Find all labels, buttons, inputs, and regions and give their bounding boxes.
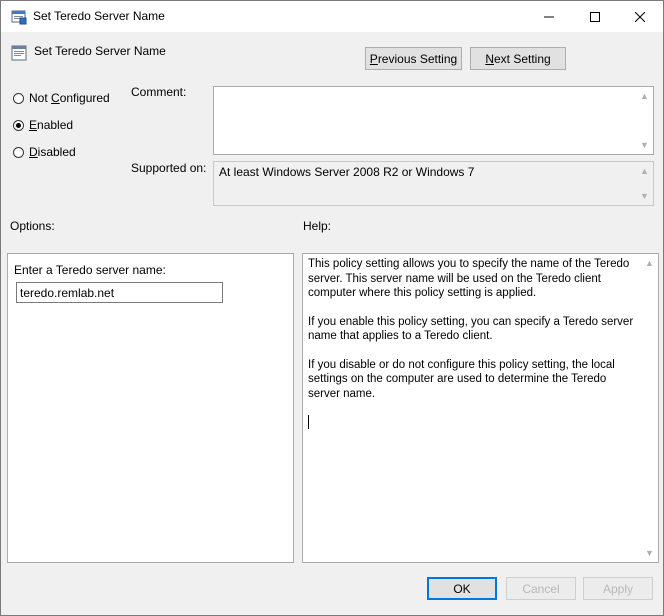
- radio-circle[interactable]: [13, 92, 24, 104]
- help-label: Help:: [303, 219, 332, 233]
- text-caret: [308, 415, 309, 429]
- help-paragraph: If you enable this policy setting, you c…: [308, 315, 634, 343]
- title-bar[interactable]: Set Teredo Server Name: [1, 1, 663, 32]
- maximize-button[interactable]: [572, 1, 618, 32]
- radio-circle-selected[interactable]: [13, 119, 24, 131]
- supported-on-field: At least Windows Server 2008 R2 or Windo…: [213, 161, 654, 206]
- scroll-up-arrow-icon[interactable]: ▲: [636, 88, 653, 104]
- comment-label: Comment:: [131, 85, 187, 99]
- policy-dialog-icon: [11, 10, 27, 25]
- options-label: Options:: [10, 219, 55, 233]
- radio-label: Enabled: [29, 118, 74, 132]
- comment-scrollbar[interactable]: ▲ ▼: [636, 87, 653, 154]
- scroll-up-arrow-icon[interactable]: ▲: [641, 255, 658, 271]
- radio-disabled[interactable]: Disabled: [13, 145, 76, 159]
- help-scrollbar[interactable]: ▲ ▼: [641, 254, 658, 562]
- help-paragraph: This policy setting allows you to specif…: [308, 258, 630, 299]
- minimize-button[interactable]: [526, 1, 572, 32]
- comment-textarea[interactable]: ▲ ▼: [213, 86, 654, 155]
- radio-label: Disabled: [29, 145, 76, 159]
- policy-dialog-window: Set Teredo Server Name Set Teredo Server…: [0, 0, 664, 616]
- close-icon: [635, 11, 645, 22]
- options-panel: Enter a Teredo server name:: [7, 253, 294, 563]
- maximize-icon: [590, 11, 600, 22]
- policy-name-heading: Set Teredo Server Name: [34, 44, 166, 58]
- teredo-server-input[interactable]: [16, 282, 223, 303]
- window-title: Set Teredo Server Name: [33, 9, 165, 23]
- ok-button[interactable]: OK: [427, 577, 497, 600]
- next-setting-button[interactable]: Next Setting: [470, 47, 566, 70]
- radio-label: Not Configured: [29, 91, 110, 105]
- help-paragraph: If you disable or do not configure this …: [308, 358, 615, 400]
- radio-enabled[interactable]: Enabled: [13, 118, 73, 132]
- scroll-down-arrow-icon[interactable]: ▼: [636, 137, 653, 153]
- supported-on-label: Supported on:: [131, 161, 207, 175]
- policy-setting-icon: [11, 45, 27, 61]
- close-button[interactable]: [617, 1, 663, 32]
- help-panel[interactable]: This policy setting allows you to specif…: [302, 253, 659, 563]
- radio-not-configured[interactable]: Not Configured: [13, 91, 110, 105]
- minimize-icon: [544, 16, 554, 17]
- scroll-down-arrow-icon[interactable]: ▼: [641, 545, 658, 561]
- supported-on-scrollbar[interactable]: ▲ ▼: [636, 162, 653, 205]
- radio-circle[interactable]: [13, 146, 24, 158]
- scroll-up-arrow-icon[interactable]: ▲: [636, 163, 653, 179]
- cancel-button[interactable]: Cancel: [506, 577, 576, 600]
- previous-setting-button[interactable]: Previous Setting: [365, 47, 462, 70]
- scroll-down-arrow-icon[interactable]: ▼: [636, 188, 653, 204]
- teredo-server-field-label: Enter a Teredo server name:: [14, 263, 166, 277]
- help-text: This policy setting allows you to specif…: [308, 257, 638, 434]
- apply-button[interactable]: Apply: [583, 577, 653, 600]
